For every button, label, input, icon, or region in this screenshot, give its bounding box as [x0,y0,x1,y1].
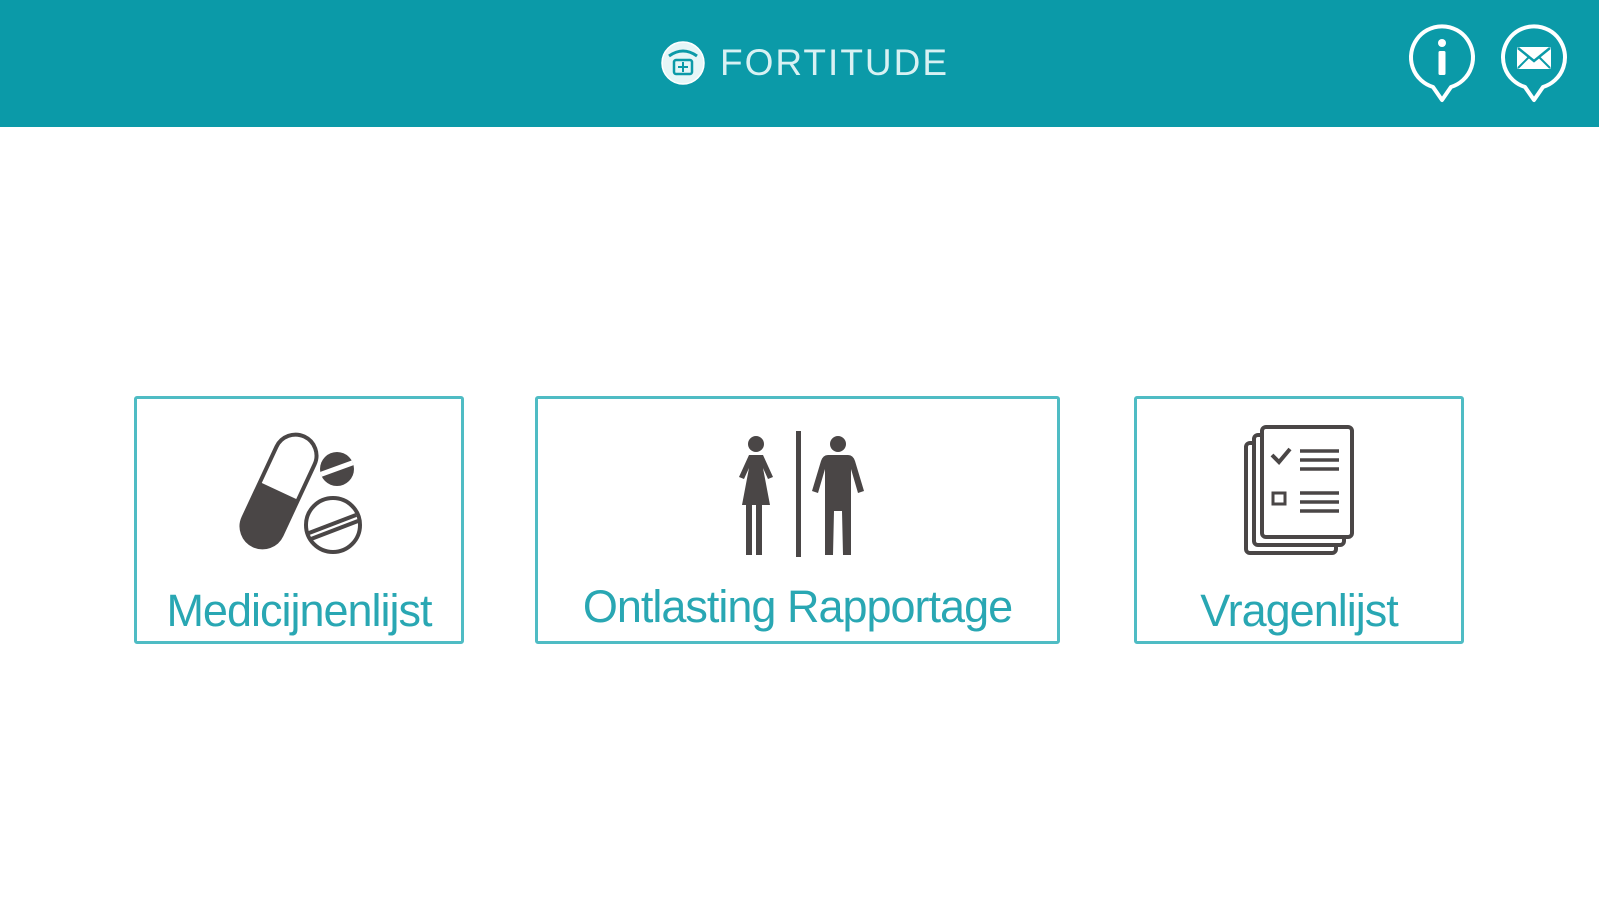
restroom-icon [728,421,868,561]
medicijnenlijst-tile[interactable]: Medicijnenlijst [134,396,464,644]
app-title: FORTITUDE [720,42,950,83]
ontlasting-rapportage-tile[interactable]: Ontlasting Rapportage [535,396,1060,644]
top-bar: FORTITUDE [0,0,1599,127]
mail-button[interactable] [1499,24,1569,104]
vragenlijst-tile[interactable]: Vragenlijst [1134,396,1464,644]
brand: FORTITUDE [660,38,949,88]
tile-label: Medicijnenlijst [166,585,432,636]
mail-pin-icon [1499,24,1569,104]
fortitude-logo-icon [660,40,706,86]
tile-label: Vragenlijst [1200,585,1398,636]
checklist-icon [1229,421,1369,561]
pills-icon [229,421,369,561]
tile-label: Ontlasting Rapportage [582,581,1013,632]
info-pin-icon [1407,24,1477,104]
info-button[interactable] [1407,24,1477,104]
